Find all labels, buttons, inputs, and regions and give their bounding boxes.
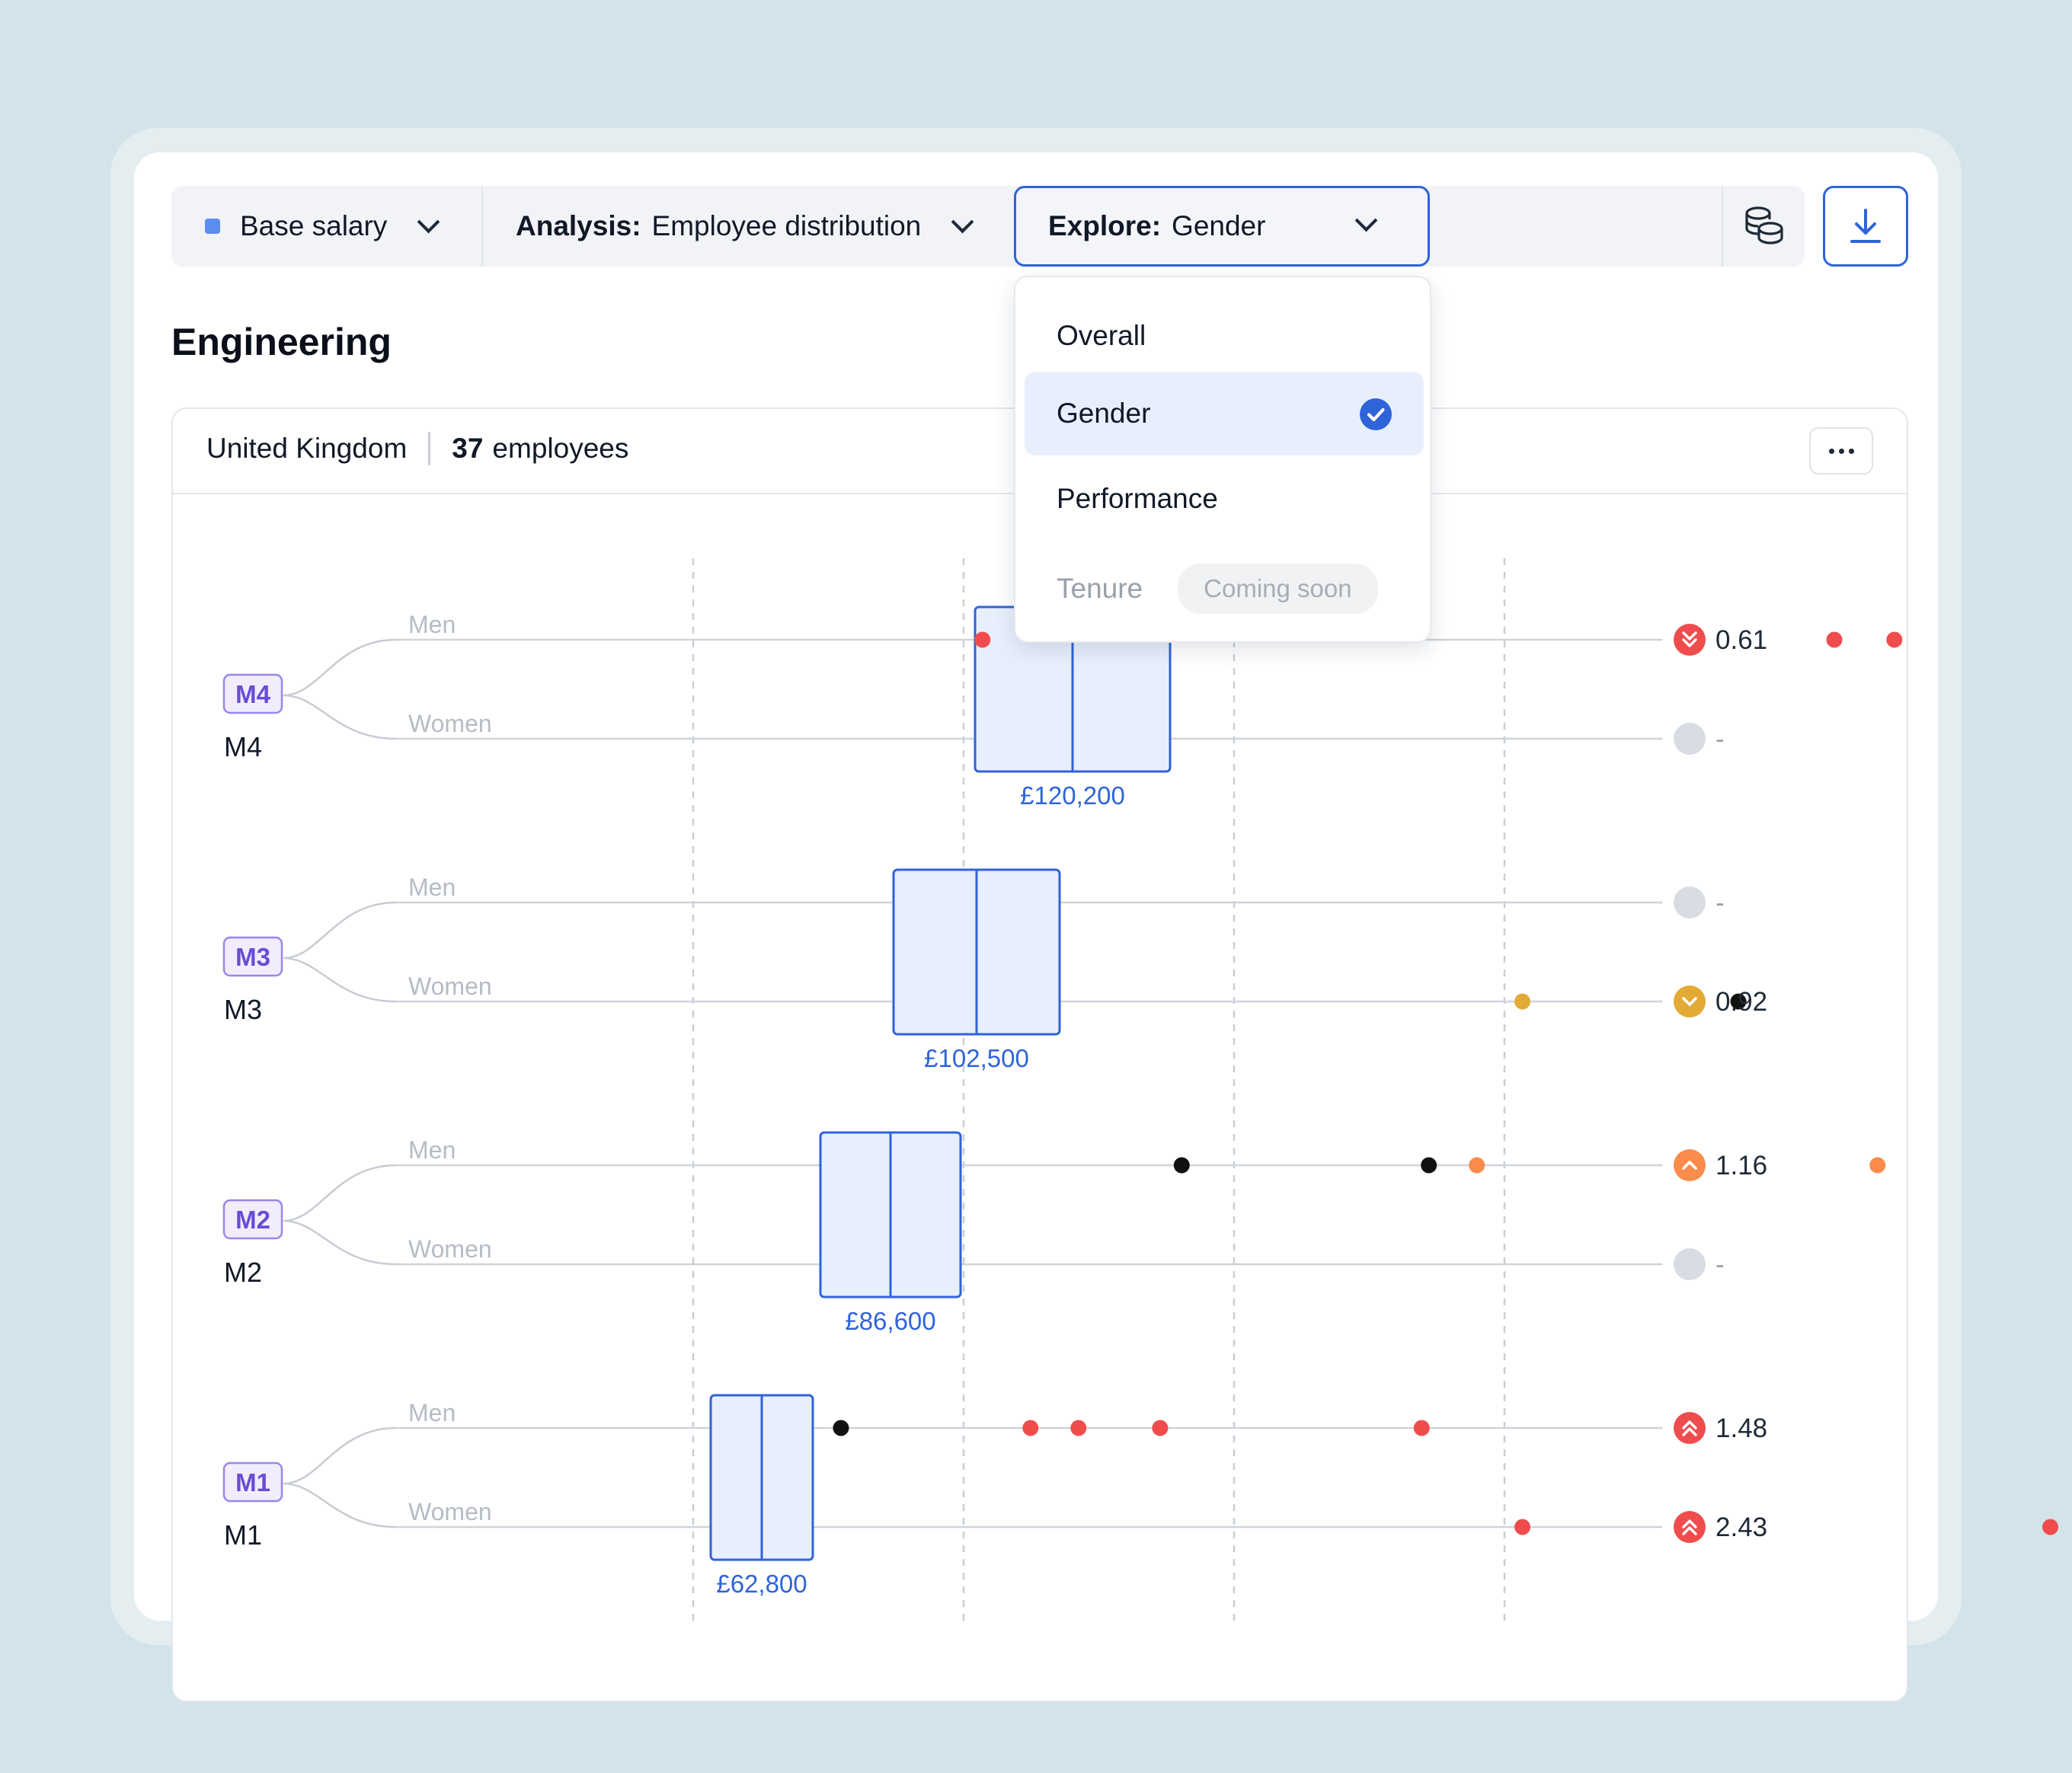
panel-summary: United Kingdom 37 employees: [206, 432, 628, 465]
coming-soon-badge: Coming soon: [1178, 564, 1378, 614]
metric-color-swatch: [205, 219, 220, 234]
toolbar: Base salary Analysis: Employee distribut…: [171, 186, 1805, 267]
location-label: United Kingdom: [206, 433, 408, 464]
metric-label: Base salary: [240, 210, 388, 241]
more-dot-icon: [1848, 448, 1854, 454]
menu-item-label: Gender: [1057, 398, 1151, 429]
chevron-down-icon: [951, 210, 974, 233]
toolbar-divider: [481, 186, 483, 267]
menu-item-overall[interactable]: Overall: [1025, 294, 1424, 378]
analysis-prefix: Analysis:: [516, 210, 641, 241]
menu-item-label: Overall: [1057, 320, 1146, 351]
metric-selector[interactable]: Base salary: [205, 186, 440, 267]
menu-item-gender[interactable]: Gender: [1025, 372, 1424, 455]
employee-count: 37: [452, 433, 484, 464]
explore-selector[interactable]: Explore: Gender: [1014, 186, 1430, 267]
summary-divider: [428, 432, 431, 465]
employee-suffix: employees: [492, 433, 629, 464]
chevron-down-icon: [417, 210, 440, 233]
explore-value: Gender: [1172, 210, 1266, 241]
more-dot-icon: [1838, 448, 1844, 454]
explore-dropdown-menu: Overall Gender Performance Tenure Coming…: [1014, 276, 1431, 643]
menu-item-label: Tenure: [1057, 573, 1143, 604]
menu-item-performance[interactable]: Performance: [1025, 457, 1424, 541]
analysis-selector[interactable]: Analysis: Employee distribution: [516, 186, 974, 267]
check-circle-icon: [1360, 398, 1392, 430]
compensation-data-button[interactable]: [1723, 186, 1805, 267]
more-options-button[interactable]: [1809, 427, 1873, 474]
chevron-down-icon: [1354, 209, 1378, 232]
coins-icon: [1744, 206, 1783, 244]
download-button[interactable]: [1823, 186, 1908, 267]
menu-item-tenure: Tenure Coming soon: [1025, 547, 1424, 631]
explore-prefix: Explore:: [1048, 210, 1162, 241]
page-title: Engineering: [171, 321, 392, 363]
analysis-value: Employee distribution: [651, 210, 922, 241]
menu-item-label: Performance: [1057, 483, 1218, 514]
download-icon: [1850, 209, 1881, 243]
employee-dot-outlier: [2042, 1519, 2059, 1535]
more-dot-icon: [1828, 448, 1834, 454]
